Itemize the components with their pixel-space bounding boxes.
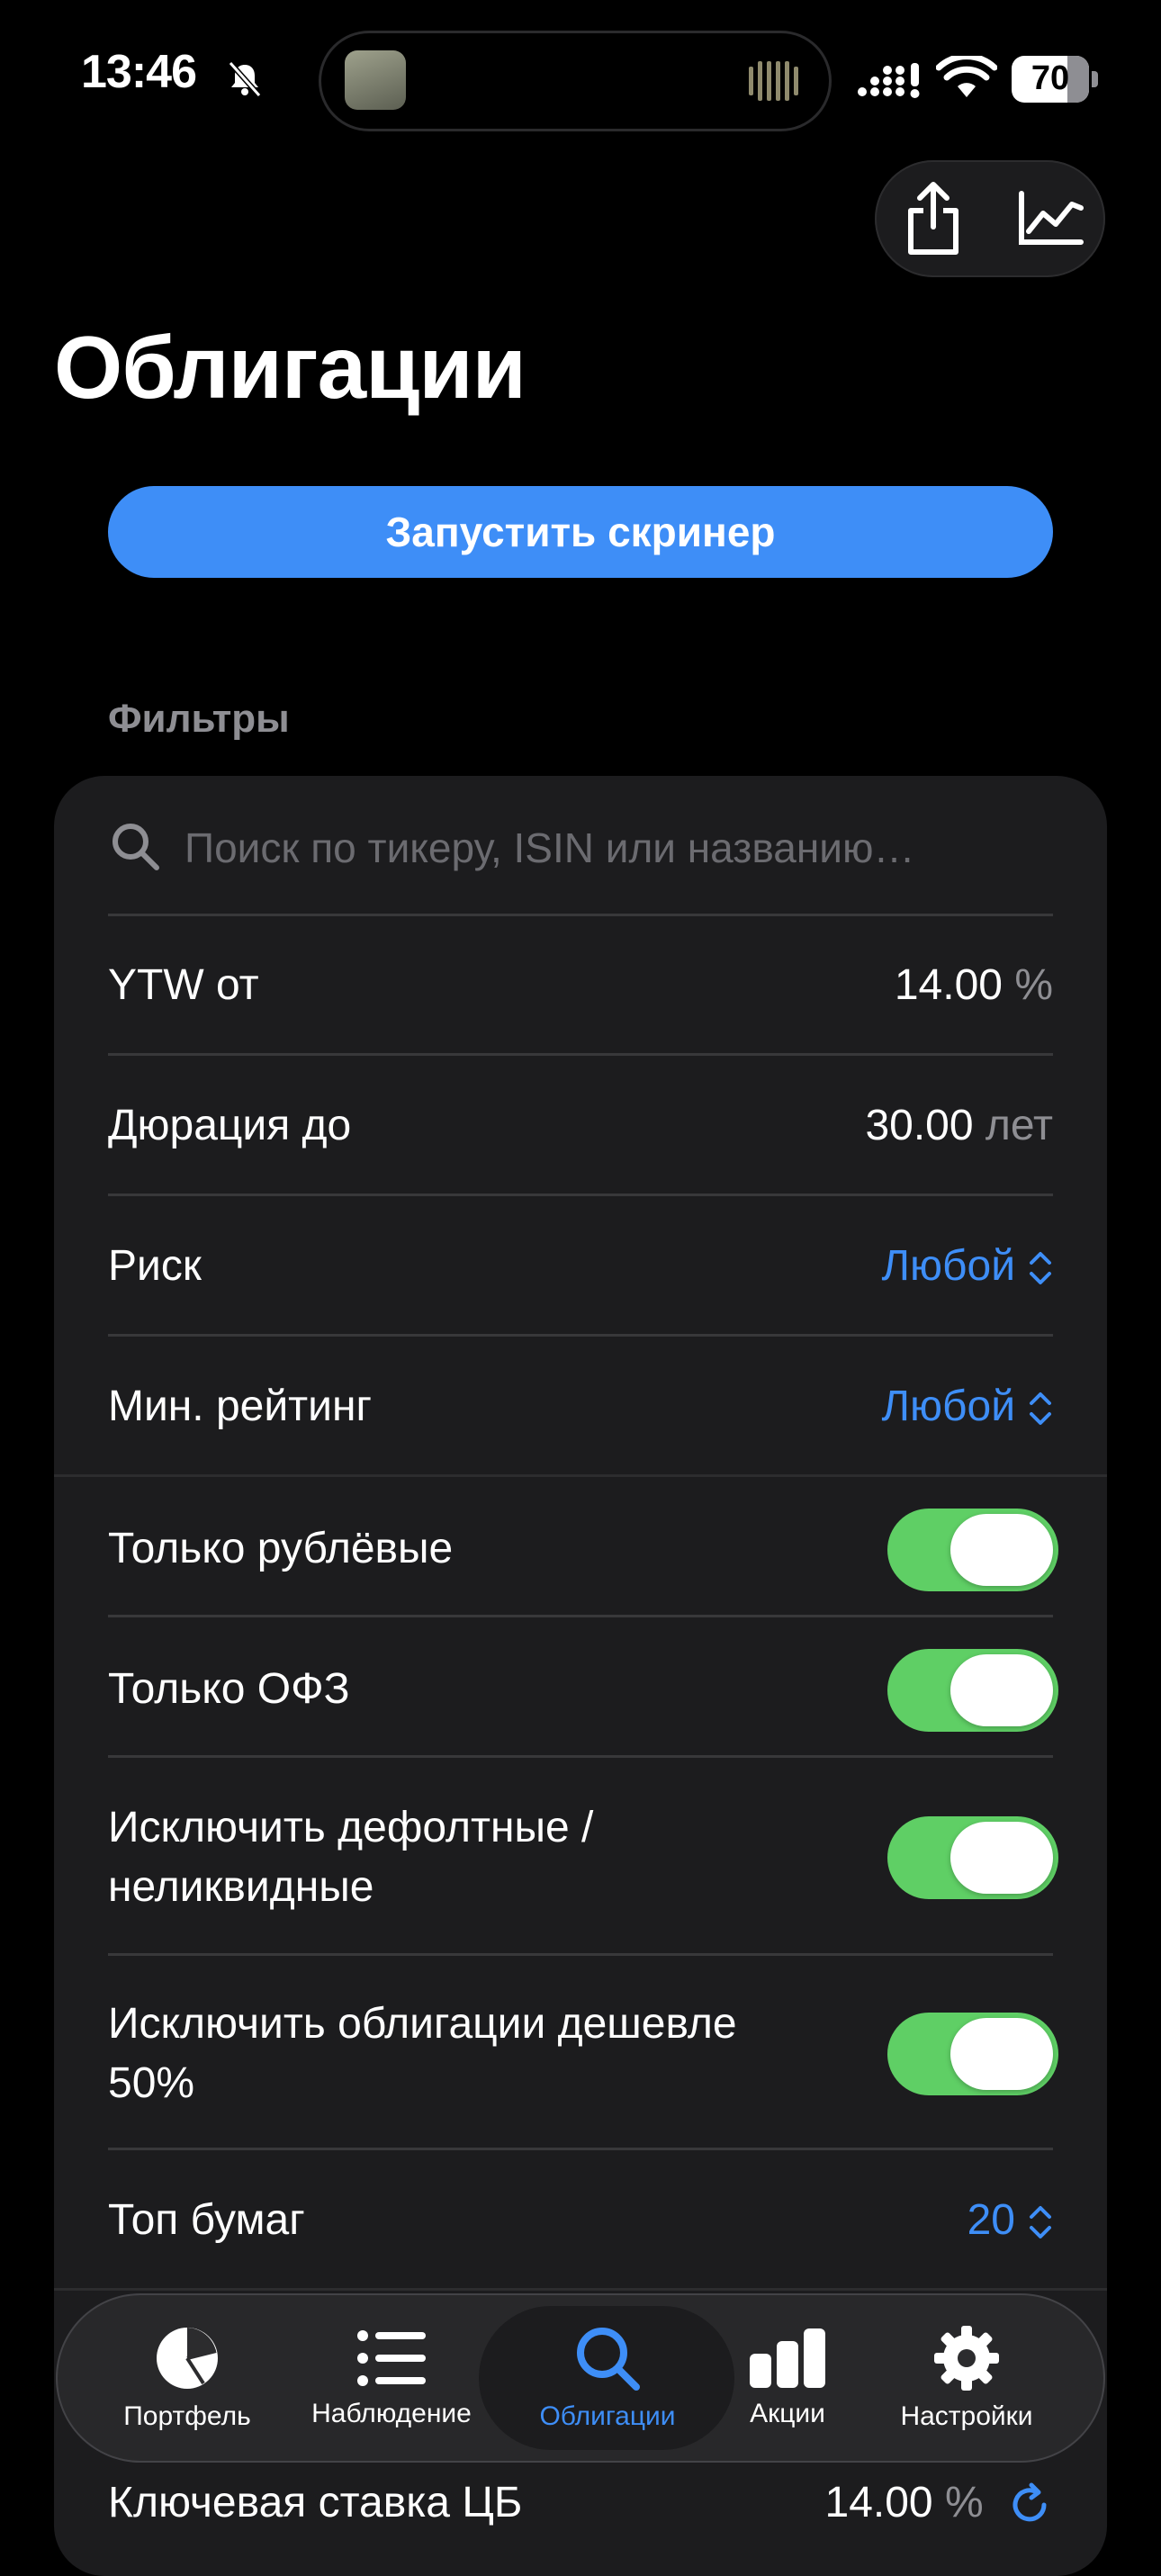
- ytw-value: 14.00: [894, 961, 1003, 1009]
- ofz-only-label: Только ОФЗ: [108, 1665, 350, 1713]
- search-input[interactable]: [184, 815, 1040, 880]
- key-rate-label: Ключевая ставка ЦБ: [108, 2479, 523, 2526]
- now-playing-thumbnail: [345, 50, 406, 110]
- key-rate-value-field[interactable]: 14.00 %: [825, 2473, 1054, 2533]
- wifi-icon: [936, 56, 997, 97]
- chevron-up-down-icon: [1030, 1392, 1051, 1426]
- key-rate-unit: %: [944, 2479, 984, 2526]
- list-icon: [357, 2330, 426, 2386]
- line-chart-icon: [1019, 191, 1084, 245]
- exclude-default-label-line2: неликвидные: [108, 1863, 374, 1911]
- divider: [108, 1334, 1053, 1337]
- tab-settings[interactable]: Настройки: [878, 2304, 1055, 2452]
- share-button[interactable]: [891, 176, 976, 261]
- chart-button[interactable]: [1008, 176, 1093, 261]
- divider: [54, 2288, 1107, 2291]
- divider: [54, 1474, 1107, 1477]
- divider: [108, 1953, 1053, 1956]
- duration-label: Дюрация до: [108, 1102, 352, 1149]
- refresh-icon[interactable]: [1006, 2481, 1053, 2528]
- chevron-up-down-icon: [1030, 1252, 1051, 1285]
- ytw-label: YTW от: [108, 961, 259, 1009]
- exclude-cheap-label-line1: Исключить облигации дешевле: [108, 2000, 737, 2048]
- rating-value: Любой: [881, 1383, 1016, 1430]
- risk-value: Любой: [881, 1242, 1016, 1290]
- share-icon: [908, 182, 958, 255]
- divider: [108, 2148, 1053, 2150]
- tab-label: Акции: [750, 2399, 825, 2428]
- rub-only-label: Только рублёвые: [108, 1525, 454, 1572]
- tab-label: Наблюдение: [311, 2399, 472, 2428]
- pie-chart-icon: [157, 2328, 218, 2389]
- gear-icon: [934, 2326, 999, 2391]
- tab-bonds[interactable]: Облигации: [515, 2304, 700, 2452]
- risk-picker[interactable]: Любой: [882, 1237, 1054, 1296]
- divider: [108, 1615, 1053, 1617]
- page-title: Облигации: [54, 318, 526, 417]
- silent-bell-icon: [228, 61, 262, 97]
- key-rate-value: 14.00: [824, 2479, 933, 2526]
- tab-watchlist[interactable]: Наблюдение: [295, 2304, 488, 2452]
- rating-label: Мин. рейтинг: [108, 1383, 372, 1430]
- tab-label: Портфель: [123, 2401, 251, 2431]
- exclude-cheap-label: Исключить облигации дешевле 50%: [108, 1995, 737, 2113]
- tab-portfolio[interactable]: Портфель: [108, 2304, 266, 2452]
- battery-indicator: 70: [1012, 56, 1100, 103]
- waveform-icon: [749, 61, 798, 101]
- bar-chart-icon: [750, 2328, 825, 2388]
- search-icon: [112, 824, 159, 870]
- ytw-value-field[interactable]: 14.00 %: [895, 956, 1053, 1015]
- duration-unit: лет: [985, 1102, 1053, 1149]
- exclude-cheap-toggle[interactable]: [887, 2013, 1058, 2095]
- exclude-cheap-label-line2: 50%: [108, 2059, 195, 2107]
- filters-header: Фильтры: [108, 697, 290, 741]
- tab-label: Настройки: [900, 2401, 1033, 2431]
- top-label: Топ бумаг: [108, 2196, 305, 2244]
- ytw-unit: %: [1014, 961, 1053, 1009]
- exclude-default-toggle[interactable]: [887, 1816, 1058, 1899]
- risk-label: Риск: [108, 1242, 202, 1290]
- tab-stocks[interactable]: Акции: [733, 2304, 842, 2452]
- divider: [108, 1755, 1053, 1758]
- rating-picker[interactable]: Любой: [882, 1377, 1054, 1437]
- chevron-up-down-icon: [1030, 2206, 1051, 2239]
- top-value: 20: [967, 2196, 1015, 2244]
- ofz-only-toggle[interactable]: [887, 1649, 1058, 1732]
- search-icon: [577, 2328, 640, 2391]
- exclude-default-label: Исключить дефолтные / неликвидные: [108, 1798, 593, 1917]
- cellular-signal-icon: [858, 63, 920, 98]
- battery-level: 70: [1030, 59, 1070, 97]
- divider: [108, 1193, 1053, 1196]
- duration-value: 30.00: [865, 1102, 974, 1149]
- exclude-default-label-line1: Исключить дефолтные /: [108, 1804, 594, 1851]
- run-screener-button[interactable]: Запустить скринер: [108, 486, 1053, 578]
- duration-value-field[interactable]: 30.00 лет: [865, 1096, 1053, 1156]
- status-time: 13:46: [81, 46, 197, 98]
- rub-only-toggle[interactable]: [887, 1509, 1058, 1591]
- top-picker[interactable]: 20: [968, 2191, 1053, 2250]
- tab-label: Облигации: [539, 2401, 676, 2431]
